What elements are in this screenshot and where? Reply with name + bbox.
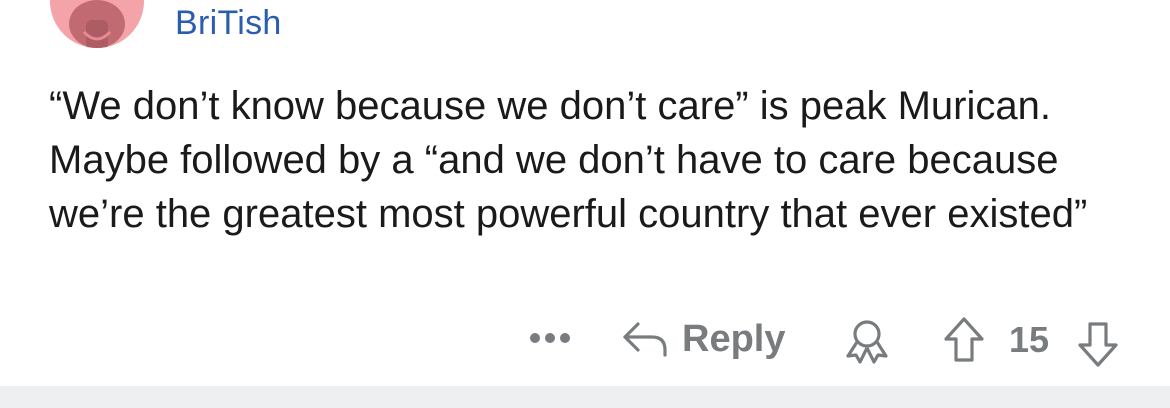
comment-divider [0,386,1170,408]
username[interactable]: BriTish [175,4,282,43]
more-options-button[interactable] [528,326,572,350]
comment-body: “We don’t know because we don’t care” is… [49,84,1088,236]
comment-actions: Reply 15 [0,312,1170,368]
reply-arrow-icon [623,322,667,357]
award-button[interactable] [842,318,892,364]
award-icon [846,320,888,364]
snoo-avatar-icon [50,0,144,48]
reply-label: Reply [682,317,786,360]
avatar[interactable] [50,0,144,48]
downvote-arrow-icon [1078,322,1118,367]
more-dots-icon [530,333,570,343]
upvote-button[interactable] [942,316,986,364]
reply-button[interactable]: Reply [622,316,785,362]
vote-score: 15 [1009,319,1050,360]
comment: BriTish “We don’t know because we don’t … [0,0,1170,386]
upvote-arrow-icon [944,317,984,362]
downvote-button[interactable] [1076,320,1120,368]
